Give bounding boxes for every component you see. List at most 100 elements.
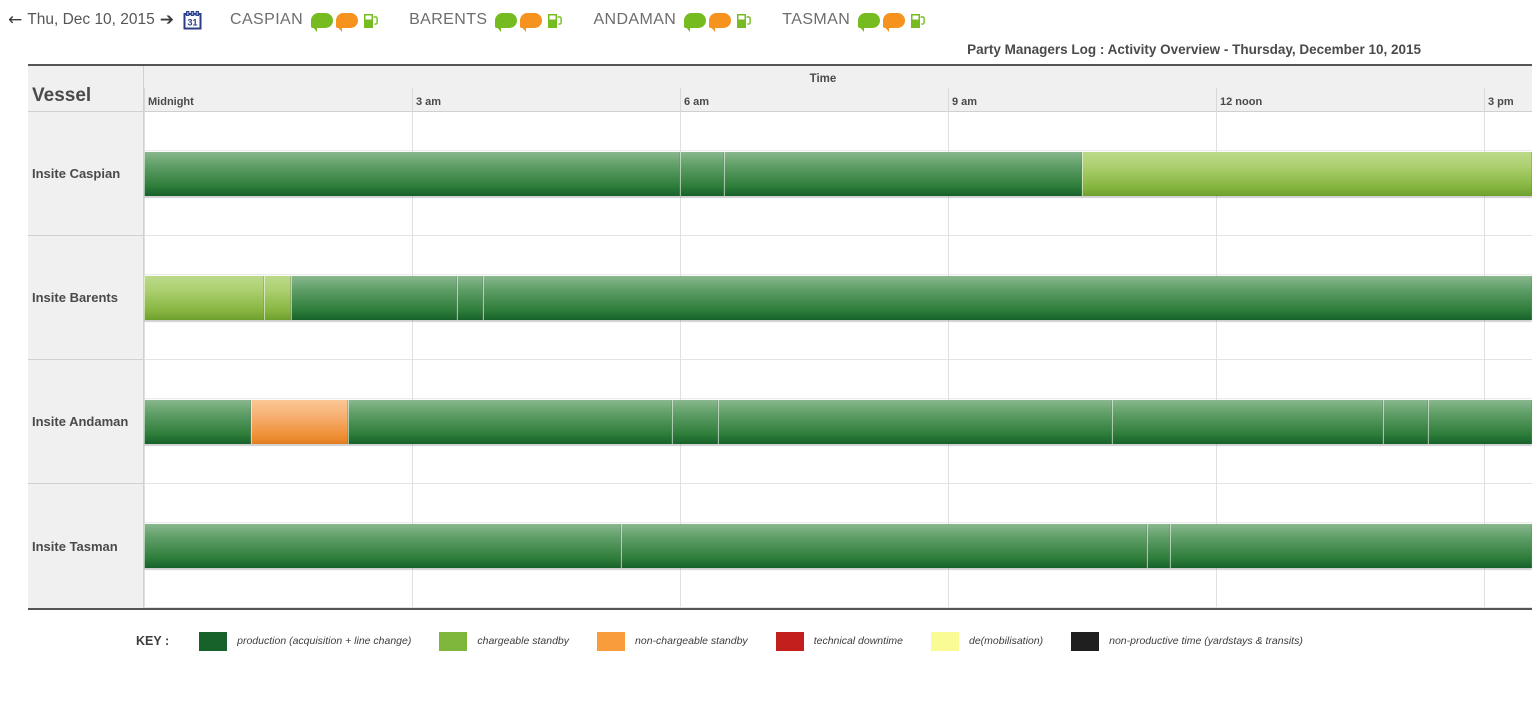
vessel-shortcut-andaman[interactable]: ANDAMAN <box>593 11 752 32</box>
vessel-row-label: Insite Andaman <box>28 360 143 484</box>
row-subdivider <box>144 274 1532 275</box>
legend-swatch-technical <box>775 631 804 651</box>
chart-grid: Time Midnight 3 am 6 am 9 am 12 noon 3 pm Ves… <box>28 66 1532 608</box>
fuel-pump-icon[interactable] <box>363 12 379 29</box>
activity-segment-production[interactable] <box>348 400 672 444</box>
legend-item-production: production (acquisition + line change) <box>199 631 412 651</box>
activity-overview-chart: Time Midnight 3 am 6 am 9 am 12 noon 3 pm Ves… <box>28 64 1532 610</box>
activity-segment-production[interactable] <box>718 400 1112 444</box>
legend-item-nonproductive: non-productive time (yardstays & transit… <box>1071 631 1303 651</box>
time-tick-separator <box>1484 88 1485 112</box>
time-tick-separator <box>412 88 413 112</box>
activity-segment-production[interactable] <box>144 400 251 444</box>
activity-segment-chargeable[interactable] <box>144 276 264 320</box>
row-subdivider <box>144 522 1532 523</box>
vessel-shortcut-label: BARENTS <box>409 11 488 28</box>
vessel-shortcut-barents[interactable]: BARENTS <box>409 11 563 32</box>
page-title: Party Managers Log : Activity Overview -… <box>967 42 1421 57</box>
green-comment-icon[interactable] <box>311 12 334 32</box>
green-comment-icon[interactable] <box>684 12 707 32</box>
vessel-label-column: Vessel Insite Caspian Insite Barents Insit… <box>28 66 144 608</box>
row-subdivider <box>144 398 1532 399</box>
activity-segment-nonchargeable[interactable] <box>251 400 348 444</box>
top-toolbar: ← Thu, Dec 10, 2015 ➔ 31 CASPIAN BARENTS <box>0 0 1532 40</box>
activity-segment-production[interactable] <box>144 152 680 196</box>
activity-segment-production[interactable] <box>1383 400 1428 444</box>
activity-segment-production[interactable] <box>1112 400 1383 444</box>
calendar-icon[interactable]: 31 <box>183 10 202 30</box>
time-tick-label: 3 pm <box>1488 96 1514 108</box>
row-subdivider <box>144 197 1532 198</box>
activity-segment-production[interactable] <box>483 276 1532 320</box>
time-tick-label: Midnight <box>148 96 194 108</box>
activity-bar[interactable] <box>144 276 1532 320</box>
activity-segment-production[interactable] <box>1428 400 1532 444</box>
time-tick-separator <box>144 88 145 112</box>
fuel-pump-icon[interactable] <box>736 12 752 29</box>
activity-segment-production[interactable] <box>1170 524 1532 568</box>
time-tick-separator <box>1216 88 1217 112</box>
green-comment-icon[interactable] <box>858 12 881 32</box>
legend-swatch-chargeable <box>439 631 468 651</box>
time-tick-label: 3 am <box>416 96 442 108</box>
vessel-shortcut-label: ANDAMAN <box>593 11 677 28</box>
activity-bar[interactable] <box>144 524 1532 568</box>
orange-comment-icon[interactable] <box>709 12 732 32</box>
activity-bar[interactable] <box>144 152 1532 196</box>
orange-comment-icon[interactable] <box>883 12 906 32</box>
activity-segment-production[interactable] <box>291 276 457 320</box>
chart-plot-area <box>144 112 1532 608</box>
legend-label: chargeable standby <box>477 635 570 647</box>
legend-item-technical: technical downtime <box>775 631 903 651</box>
activity-segment-chargeable[interactable] <box>1082 152 1532 196</box>
legend-label: non-productive time (yardstays & transit… <box>1109 635 1303 647</box>
activity-bar[interactable] <box>144 400 1532 444</box>
legend-item-demob: de(mobilisation) <box>930 631 1043 651</box>
vessel-column-header: Vessel <box>28 66 143 112</box>
current-date-label: Thu, Dec 10, 2015 <box>27 11 155 28</box>
legend-key-label: KEY : <box>136 634 170 648</box>
calendar-day-number: 31 <box>188 17 198 27</box>
legend-label: technical downtime <box>813 635 903 647</box>
time-tick-label: 12 noon <box>1220 96 1263 108</box>
activity-segment-production[interactable] <box>680 152 724 196</box>
legend-item-chargeable: chargeable standby <box>439 631 570 651</box>
activity-segment-production[interactable] <box>457 276 483 320</box>
legend-item-nonchargeable: non-chargeable standby <box>597 631 748 651</box>
vessel-row-label: Insite Barents <box>28 236 143 360</box>
legend-swatch-nonchargeable <box>597 631 626 651</box>
previous-day-arrow-icon[interactable]: ← <box>8 11 22 29</box>
vessel-shortcut-label: CASPIAN <box>230 11 304 28</box>
vessel-shortcut-label: TASMAN <box>782 11 851 28</box>
row-subdivider <box>144 569 1532 570</box>
green-comment-icon[interactable] <box>495 12 518 32</box>
fuel-pump-icon[interactable] <box>910 12 926 29</box>
legend-swatch-demob <box>930 631 959 651</box>
vessel-row-label: Insite Caspian <box>28 112 143 236</box>
time-tick-separator <box>680 88 681 112</box>
vessel-shortcut-caspian[interactable]: CASPIAN <box>230 11 379 32</box>
time-tick-separator <box>948 88 949 112</box>
next-day-arrow-icon[interactable]: ➔ <box>160 11 174 29</box>
time-tick-label: 9 am <box>952 96 978 108</box>
activity-segment-production[interactable] <box>621 524 1147 568</box>
legend-swatch-nonproductive <box>1071 631 1100 651</box>
orange-comment-icon[interactable] <box>520 12 543 32</box>
date-navigator: ← Thu, Dec 10, 2015 ➔ 31 <box>8 10 202 30</box>
legend-label: production (acquisition + line change) <box>237 635 412 647</box>
activity-segment-production[interactable] <box>144 524 621 568</box>
vessel-row-label: Insite Tasman <box>32 538 118 554</box>
activity-segment-production[interactable] <box>672 400 718 444</box>
orange-comment-icon[interactable] <box>336 12 359 32</box>
time-tick-label: 6 am <box>684 96 710 108</box>
vessel-shortcut-tasman[interactable]: TASMAN <box>782 11 926 32</box>
time-axis-title: Time <box>809 73 837 85</box>
activity-segment-production[interactable] <box>1147 524 1170 568</box>
fuel-pump-icon[interactable] <box>547 12 563 29</box>
legend-label: non-chargeable standby <box>635 635 748 647</box>
time-axis-header: Time Midnight 3 am 6 am 9 am 12 noon 3 pm <box>144 66 1532 112</box>
chart-legend: KEY : production (acquisition + line cha… <box>0 626 1532 656</box>
activity-segment-production[interactable] <box>724 152 1082 196</box>
row-subdivider <box>144 445 1532 446</box>
activity-segment-chargeable[interactable] <box>264 276 291 320</box>
